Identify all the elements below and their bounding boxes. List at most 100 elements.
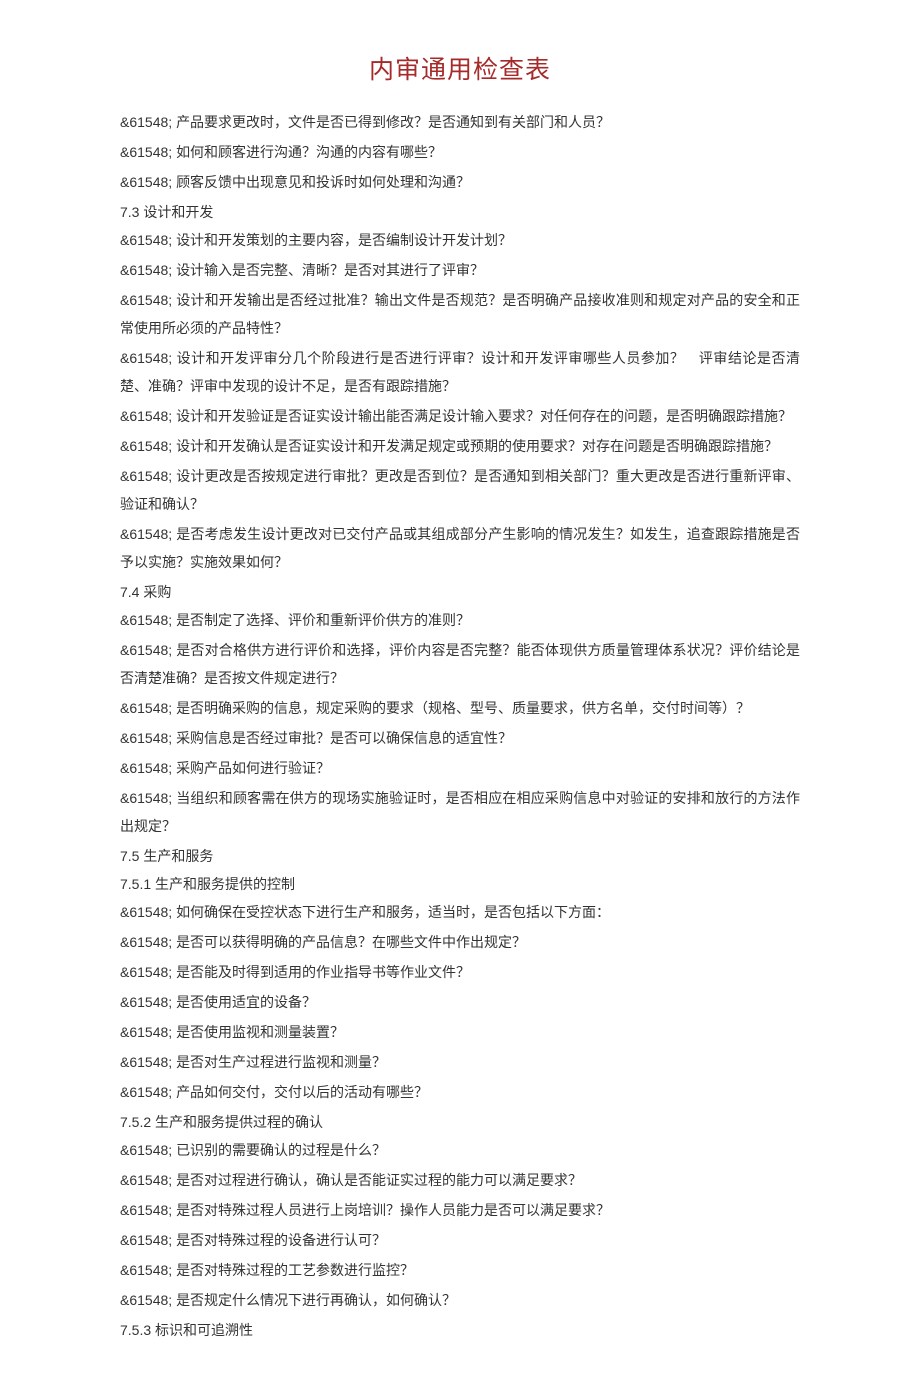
section-heading: 7.5 生产和服务 xyxy=(120,842,800,870)
bullet-code: &61548; xyxy=(120,1142,176,1158)
bullet-code: &61548; xyxy=(120,292,176,308)
item-text: 产品要求更改时，文件是否已得到修改？是否通知到有关部门和人员？ xyxy=(176,116,610,131)
bullet-code: &61548; xyxy=(120,1232,176,1248)
bullet-code: &61548; xyxy=(120,904,176,920)
bullet-code: &61548; xyxy=(120,730,176,746)
item-text: 是否对合格供方进行评价和选择，评价内容是否完整？能否体现供方质量管理体系状况？评… xyxy=(120,644,800,687)
checklist-item: &61548; 是否使用适宜的设备？ xyxy=(120,988,800,1018)
section-heading: 7.5.2 生产和服务提供过程的确认 xyxy=(120,1108,800,1136)
checklist-item: &61548; 产品要求更改时，文件是否已得到修改？是否通知到有关部门和人员？ xyxy=(120,108,800,138)
heading-number: 7.5 xyxy=(120,848,143,864)
item-text: 产品如何交付，交付以后的活动有哪些？ xyxy=(176,1086,428,1101)
checklist-item: &61548; 是否考虑发生设计更改对已交付产品或其组成部分产生影响的情况发生？… xyxy=(120,520,800,578)
heading-text: 生产和服务 xyxy=(143,848,213,864)
item-text: 是否对特殊过程人员进行上岗培训？操作人员能力是否可以满足要求？ xyxy=(176,1204,610,1219)
item-text: 采购产品如何进行验证？ xyxy=(176,762,330,777)
item-text: 是否考虑发生设计更改对已交付产品或其组成部分产生影响的情况发生？如发生，追查跟踪… xyxy=(120,528,800,571)
bullet-code: &61548; xyxy=(120,612,176,628)
bullet-code: &61548; xyxy=(120,1262,176,1278)
item-text: 采购信息是否经过审批？是否可以确保信息的适宜性？ xyxy=(176,732,512,747)
checklist-item: &61548; 采购信息是否经过审批？是否可以确保信息的适宜性？ xyxy=(120,724,800,754)
heading-number: 7.4 xyxy=(120,584,143,600)
checklist-item: &61548; 是否使用监视和测量装置？ xyxy=(120,1018,800,1048)
item-text: 设计和开发输出是否经过批准？输出文件是否规范？是否明确产品接收准则和规定对产品的… xyxy=(120,294,800,337)
section-heading: 7.5.3 标识和可追溯性 xyxy=(120,1316,800,1344)
checklist-item: &61548; 产品如何交付，交付以后的活动有哪些？ xyxy=(120,1078,800,1108)
bullet-code: &61548; xyxy=(120,526,176,542)
checklist-item: &61548; 设计更改是否按规定进行审批？更改是否到位？是否通知到相关部门？重… xyxy=(120,462,800,520)
bullet-code: &61548; xyxy=(120,232,176,248)
checklist-item: &61548; 是否对特殊过程的设备进行认可？ xyxy=(120,1226,800,1256)
bullet-code: &61548; xyxy=(120,468,176,484)
checklist-item: &61548; 是否可以获得明确的产品信息？在哪些文件中作出规定？ xyxy=(120,928,800,958)
item-text: 是否使用监视和测量装置？ xyxy=(176,1026,344,1041)
bullet-code: &61548; xyxy=(120,760,176,776)
bullet-code: &61548; xyxy=(120,642,176,658)
heading-number: 7.3 xyxy=(120,204,143,220)
item-text: 设计和开发验证是否证实设计输出能否满足设计输入要求？对任何存在的问题，是否明确跟… xyxy=(176,410,792,425)
bullet-code: &61548; xyxy=(120,964,176,980)
checklist-item: &61548; 设计和开发策划的主要内容，是否编制设计开发计划？ xyxy=(120,226,800,256)
bullet-code: &61548; xyxy=(120,994,176,1010)
item-text: 是否对特殊过程的工艺参数进行监控？ xyxy=(176,1264,414,1279)
item-text: 设计更改是否按规定进行审批？更改是否到位？是否通知到相关部门？重大更改是否进行重… xyxy=(120,470,800,513)
checklist-item: &61548; 已识别的需要确认的过程是什么？ xyxy=(120,1136,800,1166)
bullet-code: &61548; xyxy=(120,790,176,806)
checklist-item: &61548; 是否对合格供方进行评价和选择，评价内容是否完整？能否体现供方质量… xyxy=(120,636,800,694)
item-text: 是否对特殊过程的设备进行认可？ xyxy=(176,1234,386,1249)
bullet-code: &61548; xyxy=(120,350,177,366)
checklist-item: &61548; 如何和顾客进行沟通？沟通的内容有哪些？ xyxy=(120,138,800,168)
item-text: 设计输入是否完整、清晰？是否对其进行了评审？ xyxy=(176,264,484,279)
bullet-code: &61548; xyxy=(120,1054,176,1070)
heading-number: 7.5.3 xyxy=(120,1322,155,1338)
item-text: 如何确保在受控状态下进行生产和服务，适当时，是否包括以下方面： xyxy=(176,906,610,921)
bullet-code: &61548; xyxy=(120,438,176,454)
heading-text: 设计和开发 xyxy=(143,204,213,220)
checklist-item: &61548; 是否规定什么情况下进行再确认，如何确认？ xyxy=(120,1286,800,1316)
checklist-item: &61548; 是否能及时得到适用的作业指导书等作业文件？ xyxy=(120,958,800,988)
heading-number: 7.5.2 xyxy=(120,1114,155,1130)
item-text: 设计和开发策划的主要内容，是否编制设计开发计划？ xyxy=(176,234,512,249)
heading-text: 标识和可追溯性 xyxy=(155,1322,253,1338)
bullet-code: &61548; xyxy=(120,700,176,716)
checklist-item: &61548; 是否对过程进行确认，确认是否能证实过程的能力可以满足要求？ xyxy=(120,1166,800,1196)
checklist-item: &61548; 设计和开发确认是否证实设计和开发满足规定或预期的使用要求？对存在… xyxy=(120,432,800,462)
content-body: &61548; 产品要求更改时，文件是否已得到修改？是否通知到有关部门和人员？&… xyxy=(120,108,800,1344)
item-text: 是否可以获得明确的产品信息？在哪些文件中作出规定？ xyxy=(176,936,526,951)
bullet-code: &61548; xyxy=(120,174,176,190)
item-text: 是否制定了选择、评价和重新评价供方的准则？ xyxy=(176,614,470,629)
bullet-code: &61548; xyxy=(120,1292,176,1308)
bullet-code: &61548; xyxy=(120,144,176,160)
checklist-item: &61548; 设计输入是否完整、清晰？是否对其进行了评审？ xyxy=(120,256,800,286)
section-heading: 7.3 设计和开发 xyxy=(120,198,800,226)
checklist-item: &61548; 采购产品如何进行验证？ xyxy=(120,754,800,784)
item-text: 是否对过程进行确认，确认是否能证实过程的能力可以满足要求？ xyxy=(176,1174,582,1189)
item-text: 是否对生产过程进行监视和测量？ xyxy=(176,1056,386,1071)
bullet-code: &61548; xyxy=(120,408,176,424)
checklist-item: &61548; 顾客反馈中出现意见和投诉时如何处理和沟通？ xyxy=(120,168,800,198)
item-text: 是否能及时得到适用的作业指导书等作业文件？ xyxy=(176,966,470,981)
heading-text: 采购 xyxy=(143,584,171,600)
section-heading: 7.4 采购 xyxy=(120,578,800,606)
checklist-item: &61548; 是否对特殊过程人员进行上岗培训？操作人员能力是否可以满足要求？ xyxy=(120,1196,800,1226)
checklist-item: &61548; 当组织和顾客需在供方的现场实施验证时，是否相应在相应采购信息中对… xyxy=(120,784,800,842)
heading-text: 生产和服务提供的控制 xyxy=(155,876,295,892)
bullet-code: &61548; xyxy=(120,114,176,130)
item-text: 是否明确采购的信息，规定采购的要求（规格、型号、质量要求，供方名单，交付时间等）… xyxy=(176,702,750,717)
bullet-code: &61548; xyxy=(120,1202,176,1218)
checklist-item: &61548; 是否明确采购的信息，规定采购的要求（规格、型号、质量要求，供方名… xyxy=(120,694,800,724)
checklist-item: &61548; 如何确保在受控状态下进行生产和服务，适当时，是否包括以下方面： xyxy=(120,898,800,928)
document-page: 内审通用检查表 &61548; 产品要求更改时，文件是否已得到修改？是否通知到有… xyxy=(0,0,920,1394)
item-text: 当组织和顾客需在供方的现场实施验证时，是否相应在相应采购信息中对验证的安排和放行… xyxy=(120,792,800,835)
checklist-item: &61548; 设计和开发验证是否证实设计输出能否满足设计输入要求？对任何存在的… xyxy=(120,402,800,432)
item-text: 已识别的需要确认的过程是什么？ xyxy=(176,1144,386,1159)
checklist-item: &61548; 设计和开发输出是否经过批准？输出文件是否规范？是否明确产品接收准… xyxy=(120,286,800,344)
heading-number: 7.5.1 xyxy=(120,876,155,892)
bullet-code: &61548; xyxy=(120,1024,176,1040)
item-text: 设计和开发确认是否证实设计和开发满足规定或预期的使用要求？对存在问题是否明确跟踪… xyxy=(176,440,778,455)
bullet-code: &61548; xyxy=(120,262,176,278)
checklist-item: &61548; 设计和开发评审分几个阶段进行是否进行评审？设计和开发评审哪些人员… xyxy=(120,344,800,402)
item-text: 如何和顾客进行沟通？沟通的内容有哪些？ xyxy=(176,146,442,161)
item-text: 顾客反馈中出现意见和投诉时如何处理和沟通？ xyxy=(176,176,470,191)
item-text: 设计和开发评审分几个阶段进行是否进行评审？设计和开发评审哪些人员参加？ 评审结论… xyxy=(120,352,800,395)
